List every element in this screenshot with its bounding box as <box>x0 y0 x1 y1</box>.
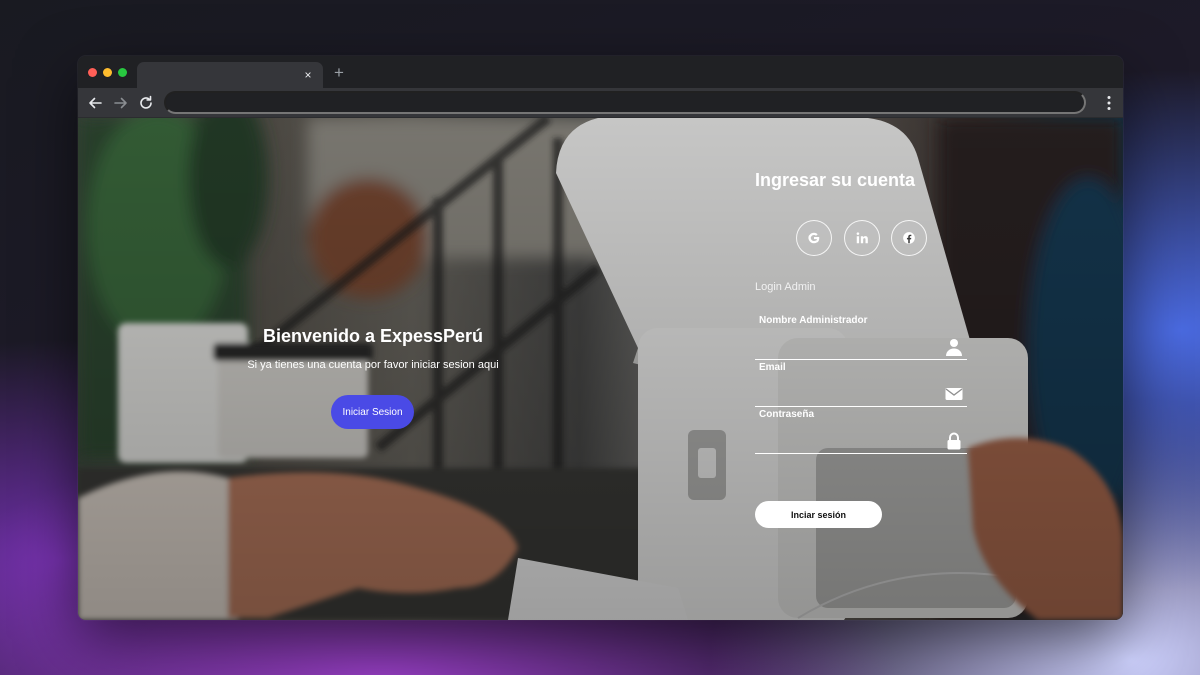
linkedin-icon[interactable] <box>844 220 880 256</box>
admin-name-field: Nombre Administrador <box>755 314 967 360</box>
browser-toolbar <box>78 88 1123 118</box>
email-field: Email <box>755 361 967 407</box>
lock-icon <box>945 432 963 450</box>
close-window-button[interactable] <box>88 68 97 77</box>
new-tab-button[interactable]: + <box>334 64 344 82</box>
login-admin-label: Login Admin <box>755 281 816 293</box>
browser-tab[interactable]: × <box>137 62 323 88</box>
page-viewport: Bienvenido a ExpessPerú Si ya tienes una… <box>78 118 1123 620</box>
login-title: Ingresar su cuenta <box>755 170 916 190</box>
email-label: Email <box>759 362 786 373</box>
reload-icon[interactable] <box>136 93 156 113</box>
submit-login-button[interactable]: Inciar sesión <box>755 501 882 528</box>
signin-panel-button[interactable]: Iniciar Sesion <box>331 395 414 429</box>
user-icon <box>945 338 963 356</box>
email-input[interactable] <box>759 379 939 401</box>
google-icon[interactable] <box>796 220 832 256</box>
address-bar[interactable] <box>164 91 1086 114</box>
forward-arrow-icon[interactable] <box>111 93 131 113</box>
password-input[interactable] <box>759 426 939 448</box>
browser-window: × + Bienvenido a ExpessPerú Si ya tienes… <box>78 56 1123 620</box>
maximize-window-button[interactable] <box>118 68 127 77</box>
admin-name-label: Nombre Administrador <box>759 315 868 326</box>
envelope-icon <box>945 385 963 403</box>
password-label: Contraseña <box>759 409 815 420</box>
tab-strip: × + <box>78 56 1123 88</box>
welcome-subtitle: Si ya tienes una cuenta por favor inicia… <box>247 359 499 371</box>
admin-name-input[interactable] <box>759 332 939 354</box>
minimize-window-button[interactable] <box>103 68 112 77</box>
password-field: Contraseña <box>755 408 967 454</box>
more-menu-icon[interactable] <box>1106 95 1112 111</box>
facebook-icon[interactable] <box>891 220 927 256</box>
back-arrow-icon[interactable] <box>85 93 105 113</box>
tab-close-icon[interactable]: × <box>301 67 315 83</box>
welcome-title: Bienvenido a ExpessPerú <box>262 326 484 346</box>
